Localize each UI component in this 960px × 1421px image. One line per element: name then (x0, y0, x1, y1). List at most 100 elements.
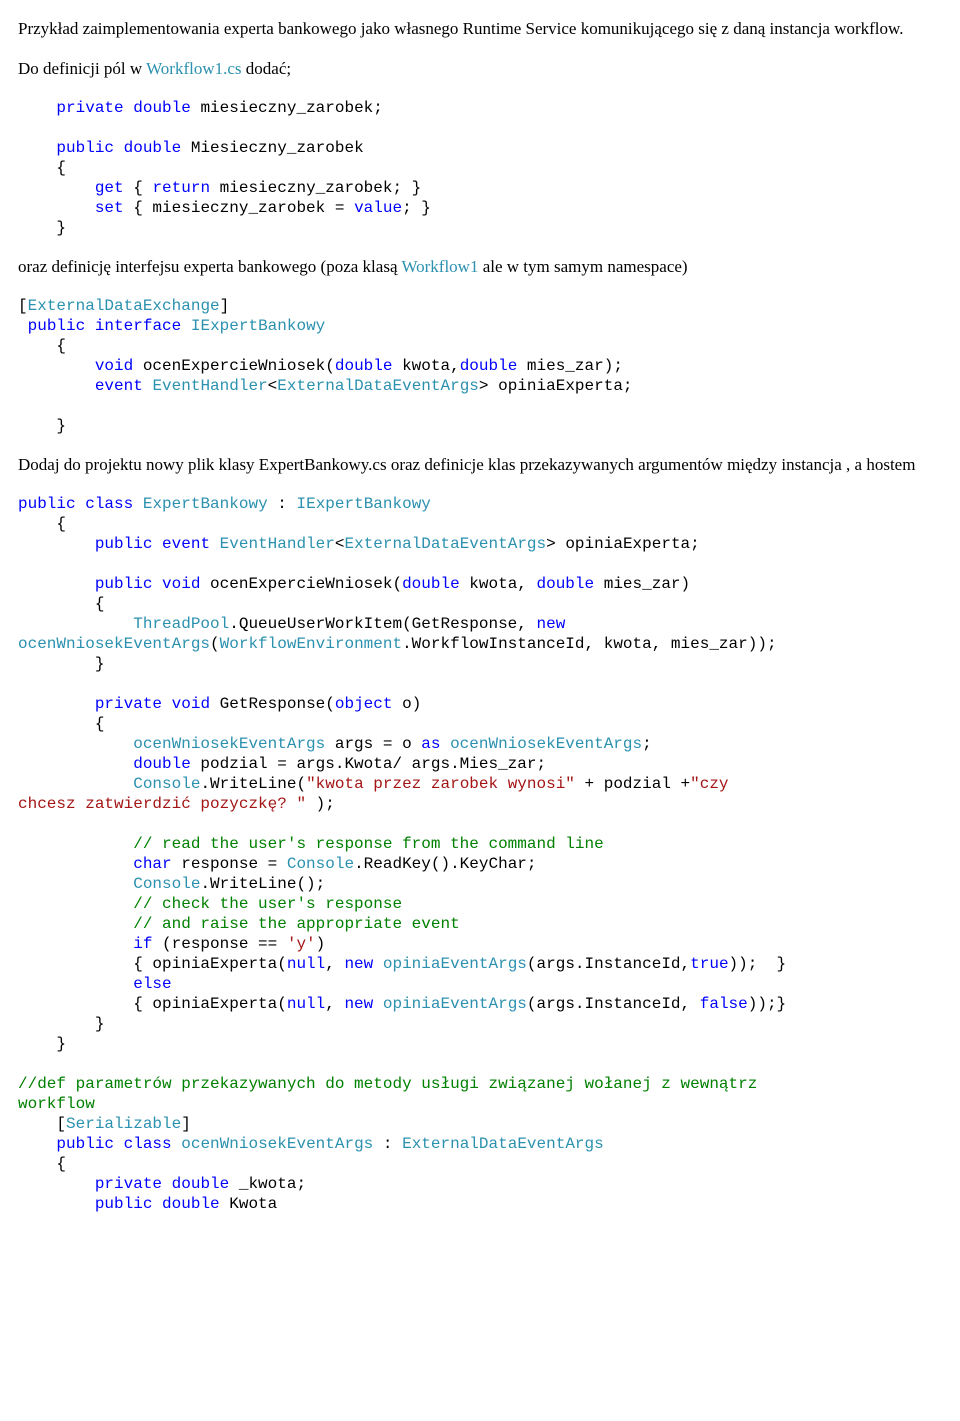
kw: class (85, 495, 133, 513)
kw: set (95, 199, 124, 217)
kw: false (700, 995, 748, 1013)
t: _kwota; (229, 1175, 306, 1193)
t: .ReadKey().KeyChar; (354, 855, 536, 873)
typ: ocenWniosekEventArgs (181, 1135, 373, 1153)
kw: void (162, 575, 200, 593)
t: { (18, 1155, 66, 1173)
t (152, 535, 162, 553)
t: GetResponse( (210, 695, 335, 713)
t (18, 377, 95, 395)
filename: Workflow1.cs (146, 59, 241, 78)
t: mies_zar) (594, 575, 690, 593)
t: mies_zar); (517, 357, 623, 375)
kw: public (18, 495, 76, 513)
typ: Console (287, 855, 354, 873)
kw: object (335, 695, 393, 713)
t: } (18, 655, 104, 673)
t (85, 317, 95, 335)
t: o) (392, 695, 421, 713)
typ: ExpertBankowy (143, 495, 268, 513)
t: miesieczny_zarobek; } (210, 179, 421, 197)
t (18, 855, 133, 873)
t (18, 1195, 95, 1213)
typ: ocenWniosekEventArgs (133, 735, 325, 753)
kw: double (460, 357, 518, 375)
t (18, 735, 133, 753)
t: kwota, (392, 357, 459, 375)
typ: Console (133, 875, 200, 893)
kw: null (287, 955, 325, 973)
typ: IExpertBankowy (191, 317, 325, 335)
t: kwota, (460, 575, 537, 593)
kw: public (28, 317, 86, 335)
t (162, 1175, 172, 1193)
t: : (373, 1135, 402, 1153)
t (18, 895, 133, 913)
t (18, 875, 133, 893)
t (18, 535, 95, 553)
kw: public (95, 535, 153, 553)
text: ale w tym samym namespace) (478, 257, 687, 276)
kw: value (354, 199, 402, 217)
t: ; (642, 735, 652, 753)
com: workflow (18, 1095, 95, 1113)
kw: double (133, 755, 191, 773)
t: , (325, 955, 344, 973)
t (152, 575, 162, 593)
t: < (268, 377, 278, 395)
typ: IExpertBankowy (296, 495, 430, 513)
t (18, 1135, 56, 1153)
str: "kwota przez zarobek wynosi" (306, 775, 575, 793)
t (373, 955, 383, 973)
t (114, 1135, 124, 1153)
kw: event (162, 535, 210, 553)
t (18, 695, 95, 713)
t (124, 99, 134, 117)
classname: Workflow1 (401, 257, 478, 276)
t: response = (172, 855, 287, 873)
t (18, 775, 133, 793)
typ: Serializable (66, 1115, 181, 1133)
t: { opiniaExperta( (18, 955, 287, 973)
kw: double (133, 99, 191, 117)
t: .WriteLine( (200, 775, 306, 793)
kw: else (133, 975, 171, 993)
text: Przykład zaimplementowania experta banko… (18, 19, 903, 38)
code-block-3: public class ExpertBankowy : IExpertBank… (18, 494, 942, 1214)
t: { (124, 179, 153, 197)
kw: double (537, 575, 595, 593)
t: (args.InstanceId, (527, 995, 700, 1013)
t: [ (18, 297, 28, 315)
t (114, 139, 124, 157)
kw: double (162, 1195, 220, 1213)
kw: if (133, 935, 152, 953)
paragraph-file: Do definicji pól w Workflow1.cs dodać; (18, 58, 942, 80)
t: + podzial + (575, 775, 690, 793)
typ: opiniaEventArgs (383, 955, 527, 973)
kw: as (421, 735, 440, 753)
kw: private (95, 695, 162, 713)
t: , (325, 995, 344, 1013)
kw: null (287, 995, 325, 1013)
t: Miesieczny_zarobek (181, 139, 363, 157)
t: { (18, 337, 66, 355)
kw: private (95, 1175, 162, 1193)
t: > opiniaExperta; (479, 377, 633, 395)
t: } (18, 417, 66, 435)
t: .WorkflowInstanceId, kwota, mies_zar)); (402, 635, 776, 653)
typ: ocenWniosekEventArgs (450, 735, 642, 753)
str: chcesz zatwierdzić pozyczkę? " (18, 795, 306, 813)
t (76, 495, 86, 513)
t: { opiniaExperta( (18, 995, 287, 1013)
typ: ExternalDataEventArgs (402, 1135, 604, 1153)
t: ocenExpercieWniosek( (133, 357, 335, 375)
t: ; } (402, 199, 431, 217)
typ: ThreadPool (133, 615, 229, 633)
typ: ExternalDataExchange (28, 297, 220, 315)
com: // check the user's response (133, 895, 402, 913)
t: } (18, 1035, 66, 1053)
t: .WriteLine(); (200, 875, 325, 893)
t: (args.InstanceId, (527, 955, 690, 973)
t: ] (181, 1115, 191, 1133)
t: miesieczny_zarobek; (191, 99, 383, 117)
